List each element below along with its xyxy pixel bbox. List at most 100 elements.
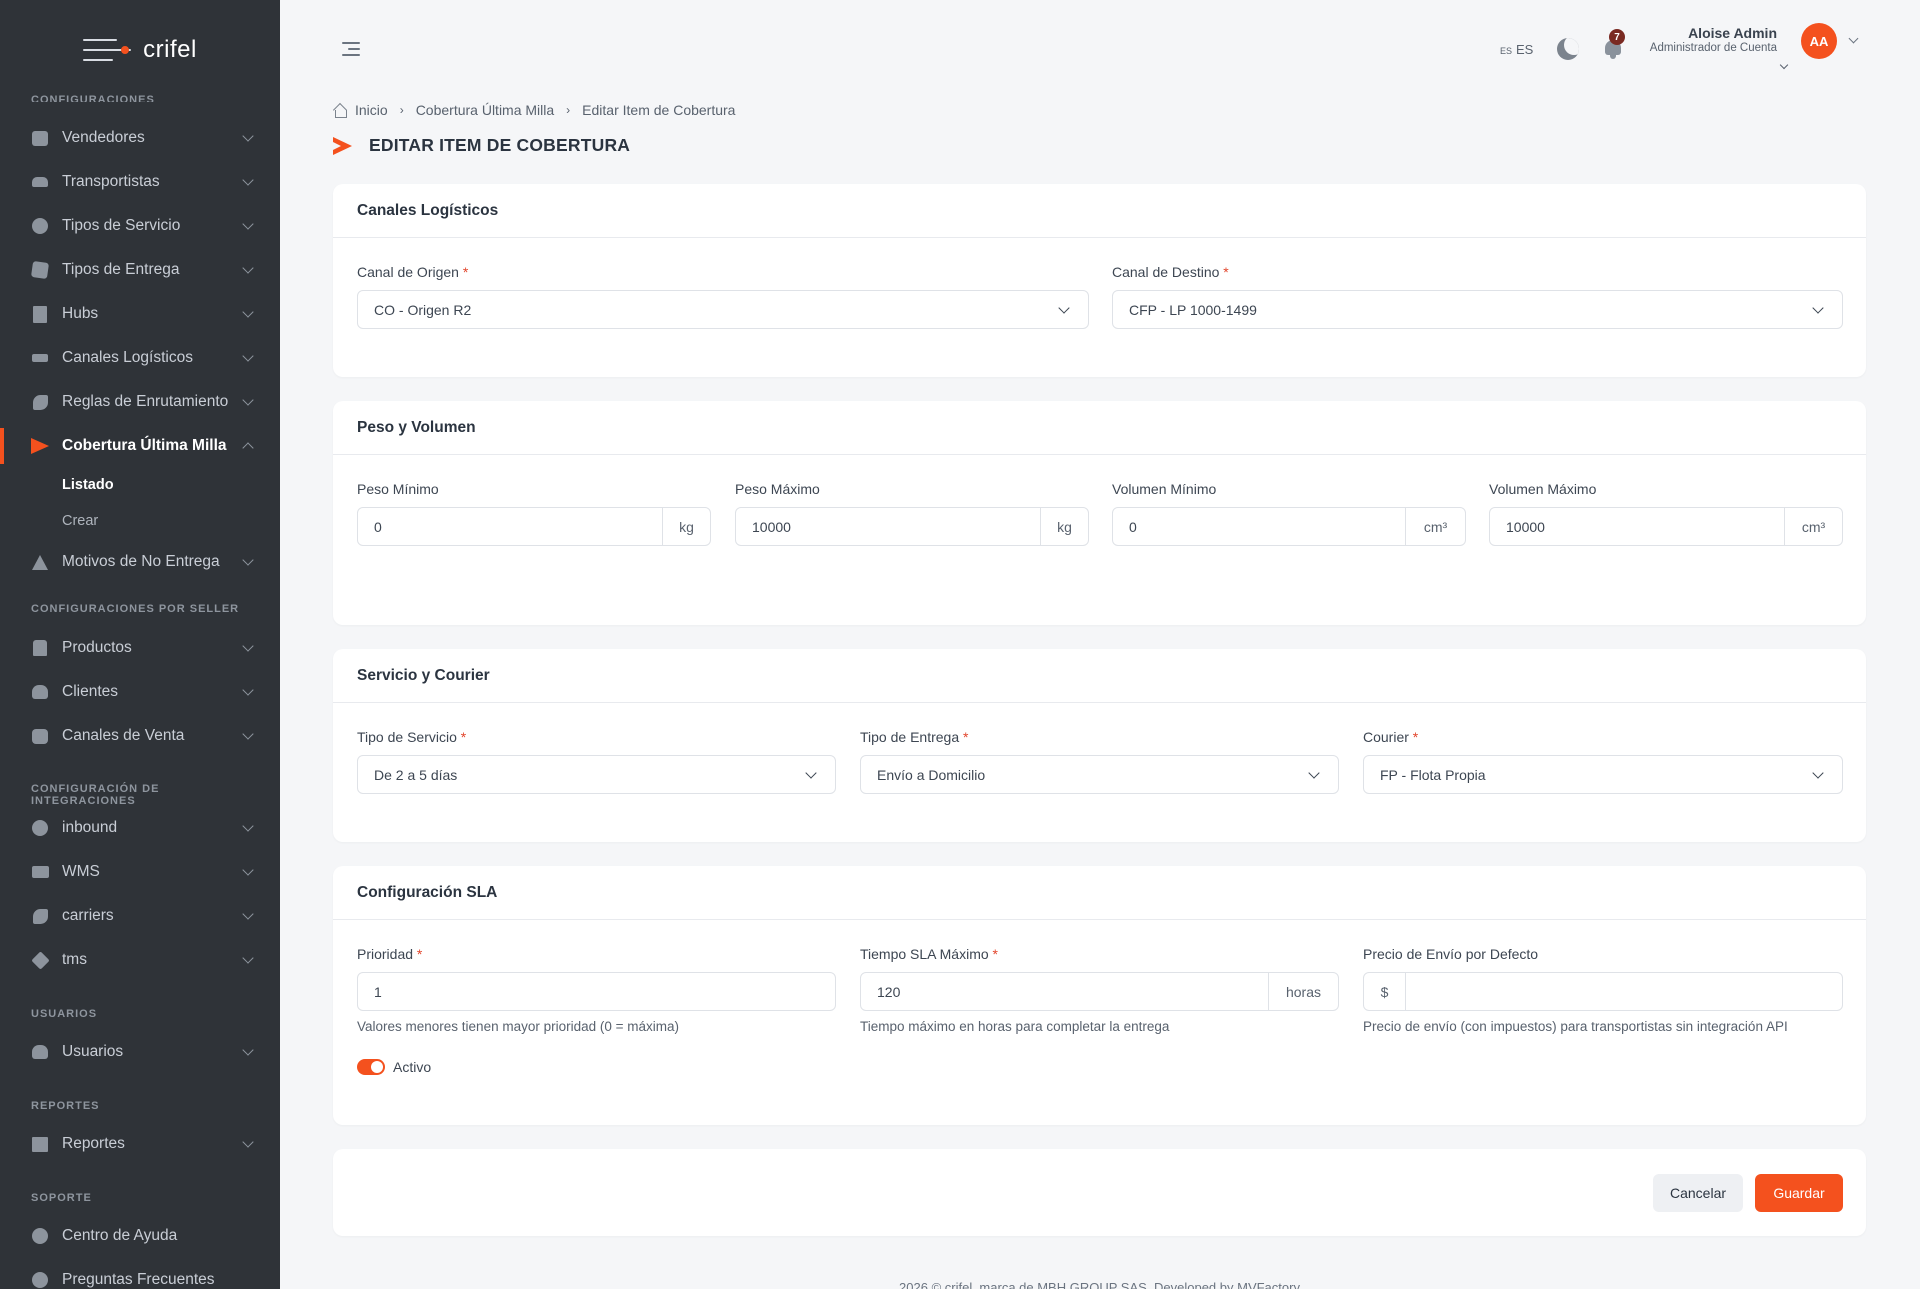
input-value: 120 — [877, 983, 901, 1000]
field-tipo-servicio: Tipo de Servicio * De 2 a 5 días — [357, 729, 836, 794]
topbar: ES ES 7 Aloise Admin Administrador de Cue… — [280, 0, 1920, 100]
sidebar-item-tipos-entrega[interactable]: Tipos de Entrega — [0, 250, 280, 290]
sidebar-item-hubs[interactable]: Hubs — [0, 294, 280, 334]
sidebar-item-motivos[interactable]: Motivos de No Entrega — [0, 542, 280, 582]
sidebar-item-wms[interactable]: WMS — [0, 852, 280, 892]
volumen-minimo-input[interactable]: 0 cm³ — [1112, 507, 1466, 546]
tipo-servicio-select[interactable]: De 2 a 5 días — [357, 755, 836, 794]
tiempo-sla-input[interactable]: 120 horas — [860, 972, 1339, 1011]
cancel-button[interactable]: Cancelar — [1653, 1174, 1743, 1212]
canal-destino-select[interactable]: CFP - LP 1000-1499 — [1112, 290, 1843, 329]
sidebar-item-faq[interactable]: Preguntas Frecuentes — [0, 1260, 280, 1289]
page-title: EDITAR ITEM DE COBERTURA — [333, 135, 630, 156]
sidebar-item-label: Productos — [62, 639, 132, 656]
select-value: CO - Origen R2 — [374, 301, 472, 318]
sidebar-item-carriers[interactable]: carriers — [0, 896, 280, 936]
sidebar-item-ayuda[interactable]: Centro de Ayuda — [0, 1216, 280, 1256]
select-value: De 2 a 5 días — [374, 766, 458, 783]
card-configuracion-sla: Configuración SLA Prioridad * 1 Valores … — [333, 866, 1866, 1125]
field-label: Peso Mínimo — [357, 481, 439, 497]
bar-chart-icon — [30, 1134, 50, 1154]
sidebar-item-inbound[interactable]: inbound — [0, 808, 280, 848]
page-title-text: EDITAR ITEM DE COBERTURA — [369, 135, 631, 155]
sidebar-item-usuarios[interactable]: Usuarios — [0, 1032, 280, 1072]
sidebar-item-transportistas[interactable]: Transportistas — [0, 162, 280, 202]
chevron-down-icon — [1058, 301, 1070, 314]
sidebar-item-tms[interactable]: tms — [0, 940, 280, 980]
card-title: Peso y Volumen — [333, 401, 1866, 455]
required-mark: * — [992, 946, 998, 962]
chevron-down-icon — [242, 728, 254, 740]
logo-icon — [83, 37, 133, 63]
notifications-bell-icon[interactable]: 7 — [1603, 29, 1625, 60]
sidebar-item-label: Transportistas — [62, 173, 160, 190]
sidebar-subitem-crear[interactable]: Crear — [62, 513, 98, 529]
sidebar-item-reportes[interactable]: Reportes — [0, 1124, 280, 1164]
sidebar-item-label: tms — [62, 951, 87, 968]
required-mark: * — [416, 946, 423, 962]
sidebar-item-vendedores[interactable]: Vendedores — [0, 118, 280, 158]
field-label: Peso Máximo — [735, 481, 820, 497]
sidebar-item-label: Tipos de Servicio — [62, 217, 181, 234]
field-peso-maximo: Peso Máximo 10000 kg — [735, 481, 1089, 546]
input-value: 0 — [374, 518, 382, 535]
input-value: 1 — [374, 983, 382, 1000]
peso-maximo-input[interactable]: 10000 kg — [735, 507, 1089, 546]
field-label: Tipo de Entrega — [860, 729, 960, 745]
save-button[interactable]: Guardar — [1755, 1174, 1843, 1212]
home-icon — [333, 104, 347, 118]
avatar[interactable]: AA — [1801, 23, 1837, 59]
volumen-maximo-input[interactable]: 10000 cm³ — [1489, 507, 1843, 546]
sidebar-subitem-listado[interactable]: Listado — [62, 477, 114, 493]
sidebar-item-clientes[interactable]: Clientes — [0, 672, 280, 712]
chevron-down-icon — [242, 130, 254, 142]
chevron-down-icon — [805, 766, 817, 779]
field-volumen-minimo: Volumen Mínimo 0 cm³ — [1112, 481, 1466, 546]
chevron-down-icon — [242, 218, 254, 230]
sidebar-item-label: Hubs — [62, 305, 99, 322]
user-name: Aloise Admin — [1688, 25, 1777, 41]
canal-origen-select[interactable]: CO - Origen R2 — [357, 290, 1089, 329]
tipo-entrega-select[interactable]: Envío a Domicilio — [860, 755, 1339, 794]
required-mark: * — [1412, 729, 1419, 745]
prioridad-input[interactable]: 1 — [357, 972, 836, 1011]
section-integraciones: CONFIGURACIÓN DE INTEGRACIONES — [31, 783, 160, 807]
sidebar-item-cobertura[interactable]: Cobertura Última Milla — [0, 426, 280, 466]
breadcrumb-current: Editar Item de Cobertura — [582, 102, 736, 118]
sidebar-item-canales-venta[interactable]: Canales de Venta — [0, 716, 280, 756]
user-menu[interactable]: Aloise Admin Administrador de Cuenta — [1635, 22, 1890, 72]
field-label: Volumen Mínimo — [1112, 481, 1217, 497]
section-usuarios: USUARIOS — [31, 1008, 98, 1020]
box-icon — [30, 260, 50, 280]
sidebar-item-reglas[interactable]: Reglas de Enrutamiento — [0, 382, 280, 422]
input-value: 10000 — [752, 518, 791, 535]
field-canal-origen: Canal de Origen * CO - Origen R2 — [357, 264, 1089, 329]
toggle-label: Activo — [393, 1059, 432, 1075]
activo-toggle[interactable]: Activo — [357, 1059, 431, 1075]
chevron-up-icon — [242, 442, 254, 454]
brand-logo[interactable]: crifel — [0, 0, 280, 100]
precio-envio-input[interactable]: $ — [1363, 972, 1843, 1011]
dark-mode-toggle-icon[interactable] — [1557, 38, 1579, 60]
courier-select[interactable]: FP - Flota Propia — [1363, 755, 1843, 794]
language-selector[interactable]: ES ES — [1500, 42, 1533, 57]
chevron-down-icon — [242, 908, 254, 920]
peso-minimo-input[interactable]: 0 kg — [357, 507, 711, 546]
chevron-down-icon — [242, 174, 254, 186]
sidebar-item-productos[interactable]: Productos — [0, 628, 280, 668]
sidebar-item-label: Cobertura Última Milla — [62, 437, 227, 454]
sidebar-item-label: Clientes — [62, 683, 118, 700]
breadcrumb-home[interactable]: Inicio — [355, 102, 388, 118]
shop-icon — [30, 726, 50, 746]
field-precio-envio: Precio de Envío por Defecto $ Precio de … — [1363, 946, 1843, 1034]
menu-toggle-icon[interactable] — [342, 42, 360, 56]
sidebar-item-label: Vendedores — [62, 129, 145, 146]
sidebar-item-tipos-servicio[interactable]: Tipos de Servicio — [0, 206, 280, 246]
precio-help-text: Precio de envío (con impuestos) para tra… — [1363, 1019, 1788, 1034]
unit-addon: kg — [662, 508, 710, 545]
sidebar-item-canales-logisticos[interactable]: Canales Logísticos — [0, 338, 280, 378]
breadcrumb-parent[interactable]: Cobertura Última Milla — [416, 102, 554, 118]
toggle-switch[interactable] — [357, 1059, 385, 1075]
card-peso-volumen: Peso y Volumen Peso Mínimo 0 kg Peso Máx… — [333, 401, 1866, 625]
chevron-down-icon — [242, 554, 254, 566]
